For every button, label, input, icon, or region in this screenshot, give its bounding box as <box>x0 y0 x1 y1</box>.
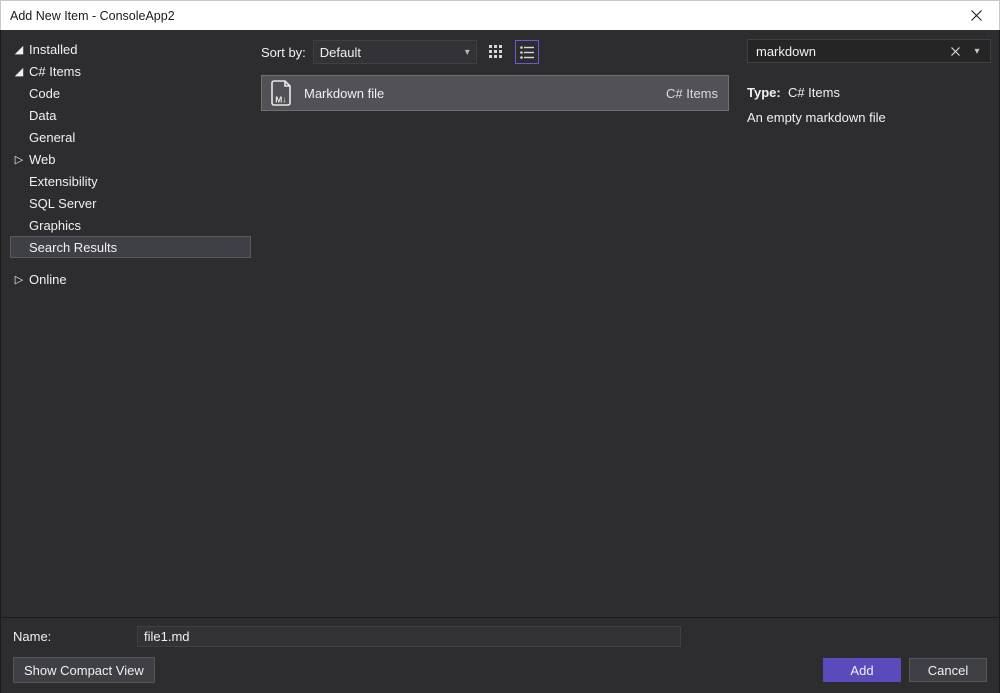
tree-label: Extensibility <box>29 174 98 189</box>
tree-item-online[interactable]: ▷ Online <box>11 268 251 290</box>
close-button[interactable] <box>953 1 999 31</box>
info-type-label: Type: <box>747 85 781 100</box>
markdown-file-icon: M↓ <box>270 80 294 106</box>
search-box[interactable]: ▾ <box>747 39 991 63</box>
template-item-label: Markdown file <box>304 86 656 101</box>
compact-view-button[interactable]: Show Compact View <box>13 657 155 683</box>
tree-label: C# Items <box>29 64 81 79</box>
cancel-button[interactable]: Cancel <box>909 658 987 682</box>
tree-label: Installed <box>29 42 77 57</box>
tree-label: SQL Server <box>29 196 96 211</box>
tree-item-graphics[interactable]: Graphics <box>11 214 251 236</box>
info-description: An empty markdown file <box>747 106 991 131</box>
add-button-label: Add <box>850 663 873 678</box>
grid-icon <box>489 45 503 59</box>
tree-item-data[interactable]: Data <box>11 104 251 126</box>
chevron-down-icon: ◢ <box>13 43 25 56</box>
tree-label: Code <box>29 86 60 101</box>
tree-item-sqlserver[interactable]: SQL Server <box>11 192 251 214</box>
tree-label: Search Results <box>29 240 117 255</box>
tree-item-csharp-items[interactable]: ◢ C# Items <box>11 60 251 82</box>
bottom-bar: Name: Show Compact View Add Cancel <box>0 618 1000 693</box>
button-row: Show Compact View Add Cancel <box>13 657 987 683</box>
chevron-right-icon: ▷ <box>13 273 25 286</box>
chevron-right-icon: ▷ <box>13 153 25 166</box>
tree-label: General <box>29 130 75 145</box>
close-icon <box>951 47 960 56</box>
tree-label: Graphics <box>29 218 81 233</box>
tree-item-installed[interactable]: ◢ Installed <box>11 38 251 60</box>
cancel-button-label: Cancel <box>928 663 968 678</box>
info-type-value: C# Items <box>788 85 840 100</box>
add-button[interactable]: Add <box>823 658 901 682</box>
close-icon <box>971 10 982 21</box>
tree-item-extensibility[interactable]: Extensibility <box>11 170 251 192</box>
tree-label: Data <box>29 108 56 123</box>
chevron-down-icon: ▾ <box>974 46 979 57</box>
category-tree: ◢ Installed ◢ C# Items Code Data <box>11 38 251 290</box>
name-input[interactable] <box>137 626 681 647</box>
template-item-category: C# Items <box>666 86 718 101</box>
tree-label: Online <box>29 272 67 287</box>
template-list: M↓ Markdown file C# Items <box>261 75 729 111</box>
sidebar: ◢ Installed ◢ C# Items Code Data <box>1 30 261 617</box>
chevron-down-icon: ▾ <box>465 47 470 58</box>
tree-item-code[interactable]: Code <box>11 82 251 104</box>
view-list-button[interactable] <box>515 40 539 64</box>
name-row: Name: <box>13 626 987 647</box>
tree-item-web[interactable]: ▷ Web <box>11 148 251 170</box>
info-body: Type: C# Items An empty markdown file <box>747 81 991 130</box>
workspace: ◢ Installed ◢ C# Items Code Data <box>0 30 1000 617</box>
tree-item-general[interactable]: General <box>11 126 251 148</box>
sort-value: Default <box>320 45 361 60</box>
template-item-markdown[interactable]: M↓ Markdown file C# Items <box>261 75 729 111</box>
info-panel: ▾ Type: C# Items An empty markdown file <box>737 30 999 617</box>
tree-label: Web <box>29 152 56 167</box>
name-label: Name: <box>13 629 125 644</box>
sort-bar: Sort by: Default ▾ <box>261 39 729 65</box>
clear-search-button[interactable] <box>946 42 964 60</box>
svg-text:M↓: M↓ <box>275 95 286 105</box>
search-dropdown-button[interactable]: ▾ <box>968 42 986 60</box>
center-panel: Sort by: Default ▾ <box>261 30 737 617</box>
sort-select[interactable]: Default ▾ <box>313 40 477 64</box>
tree-item-search-results[interactable]: Search Results <box>10 236 251 258</box>
search-input[interactable] <box>754 43 942 60</box>
titlebar: Add New Item - ConsoleApp2 <box>0 0 1000 30</box>
view-grid-button[interactable] <box>484 40 508 64</box>
list-icon <box>520 46 534 59</box>
compact-view-label: Show Compact View <box>24 663 144 678</box>
chevron-down-icon: ◢ <box>13 65 25 78</box>
sort-label: Sort by: <box>261 45 306 60</box>
window-title: Add New Item - ConsoleApp2 <box>10 9 953 23</box>
